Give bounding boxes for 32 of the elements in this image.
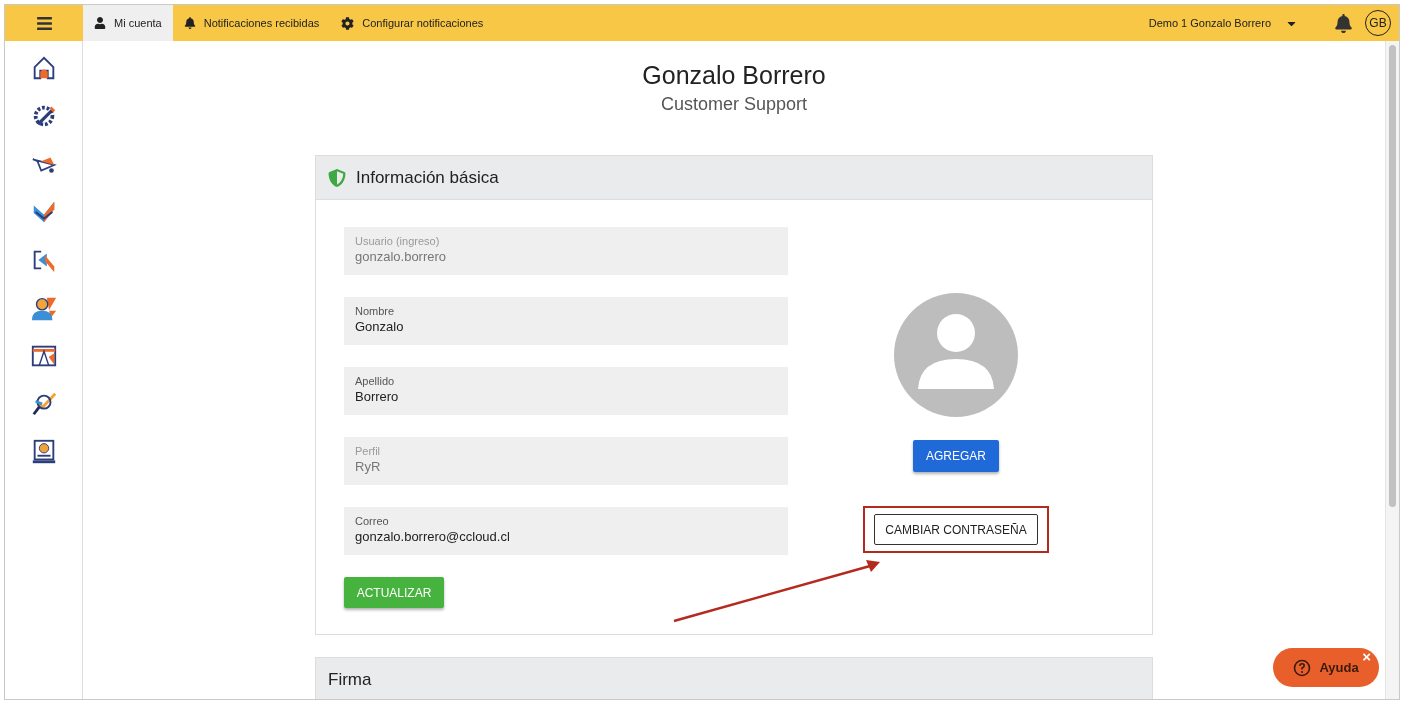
profile-name: Gonzalo Borrero xyxy=(642,61,826,90)
field-label: Nombre xyxy=(355,305,396,317)
nav-tab[interactable]: Mi cuenta xyxy=(83,5,173,41)
bell-icon xyxy=(1334,13,1353,33)
account-menu[interactable]: Demo 1 Gonzalo Borrero xyxy=(1148,5,1322,41)
field-value: RyR xyxy=(355,459,382,474)
change-password-button[interactable]: CAMBIAR CONTRASEÑA xyxy=(874,514,1038,545)
shield-check-icon xyxy=(328,168,346,187)
menu-icon xyxy=(35,14,53,32)
field-value: gonzalo.borrero@ccloud.cl xyxy=(355,529,511,544)
field-label: Usuario (ingreso) xyxy=(355,235,441,247)
field-value: Borrero xyxy=(355,389,400,404)
add-photo-button[interactable]: AGREGAR xyxy=(913,440,999,472)
help-icon xyxy=(1293,658,1312,677)
field-label: Correo xyxy=(355,515,390,527)
card-title: Firma xyxy=(328,669,372,690)
field-value: gonzalo.borrero xyxy=(355,249,448,264)
user-icon xyxy=(94,17,106,29)
field-label: Perfil xyxy=(355,445,382,457)
nav-tab[interactable]: Notificaciones recibidas xyxy=(172,5,331,41)
input-field[interactable]: Correo gonzalo.borrero@ccloud.cl xyxy=(344,507,788,555)
gear-icon xyxy=(341,16,355,30)
bell-icon xyxy=(183,17,196,29)
input-field[interactable]: Nombre Gonzalo xyxy=(344,297,788,345)
card-title: Información básica xyxy=(356,167,499,188)
profile-role: Customer Support xyxy=(660,94,808,115)
scrollbar-thumb[interactable] xyxy=(1389,45,1396,507)
field-value: Gonzalo xyxy=(355,319,405,334)
nav-tab[interactable]: Configurar notificaciones xyxy=(330,5,495,41)
field-label: Apellido xyxy=(355,375,396,387)
input-field[interactable]: Apellido Borrero xyxy=(344,367,788,415)
help-button[interactable]: Ayuda × xyxy=(1273,648,1379,687)
